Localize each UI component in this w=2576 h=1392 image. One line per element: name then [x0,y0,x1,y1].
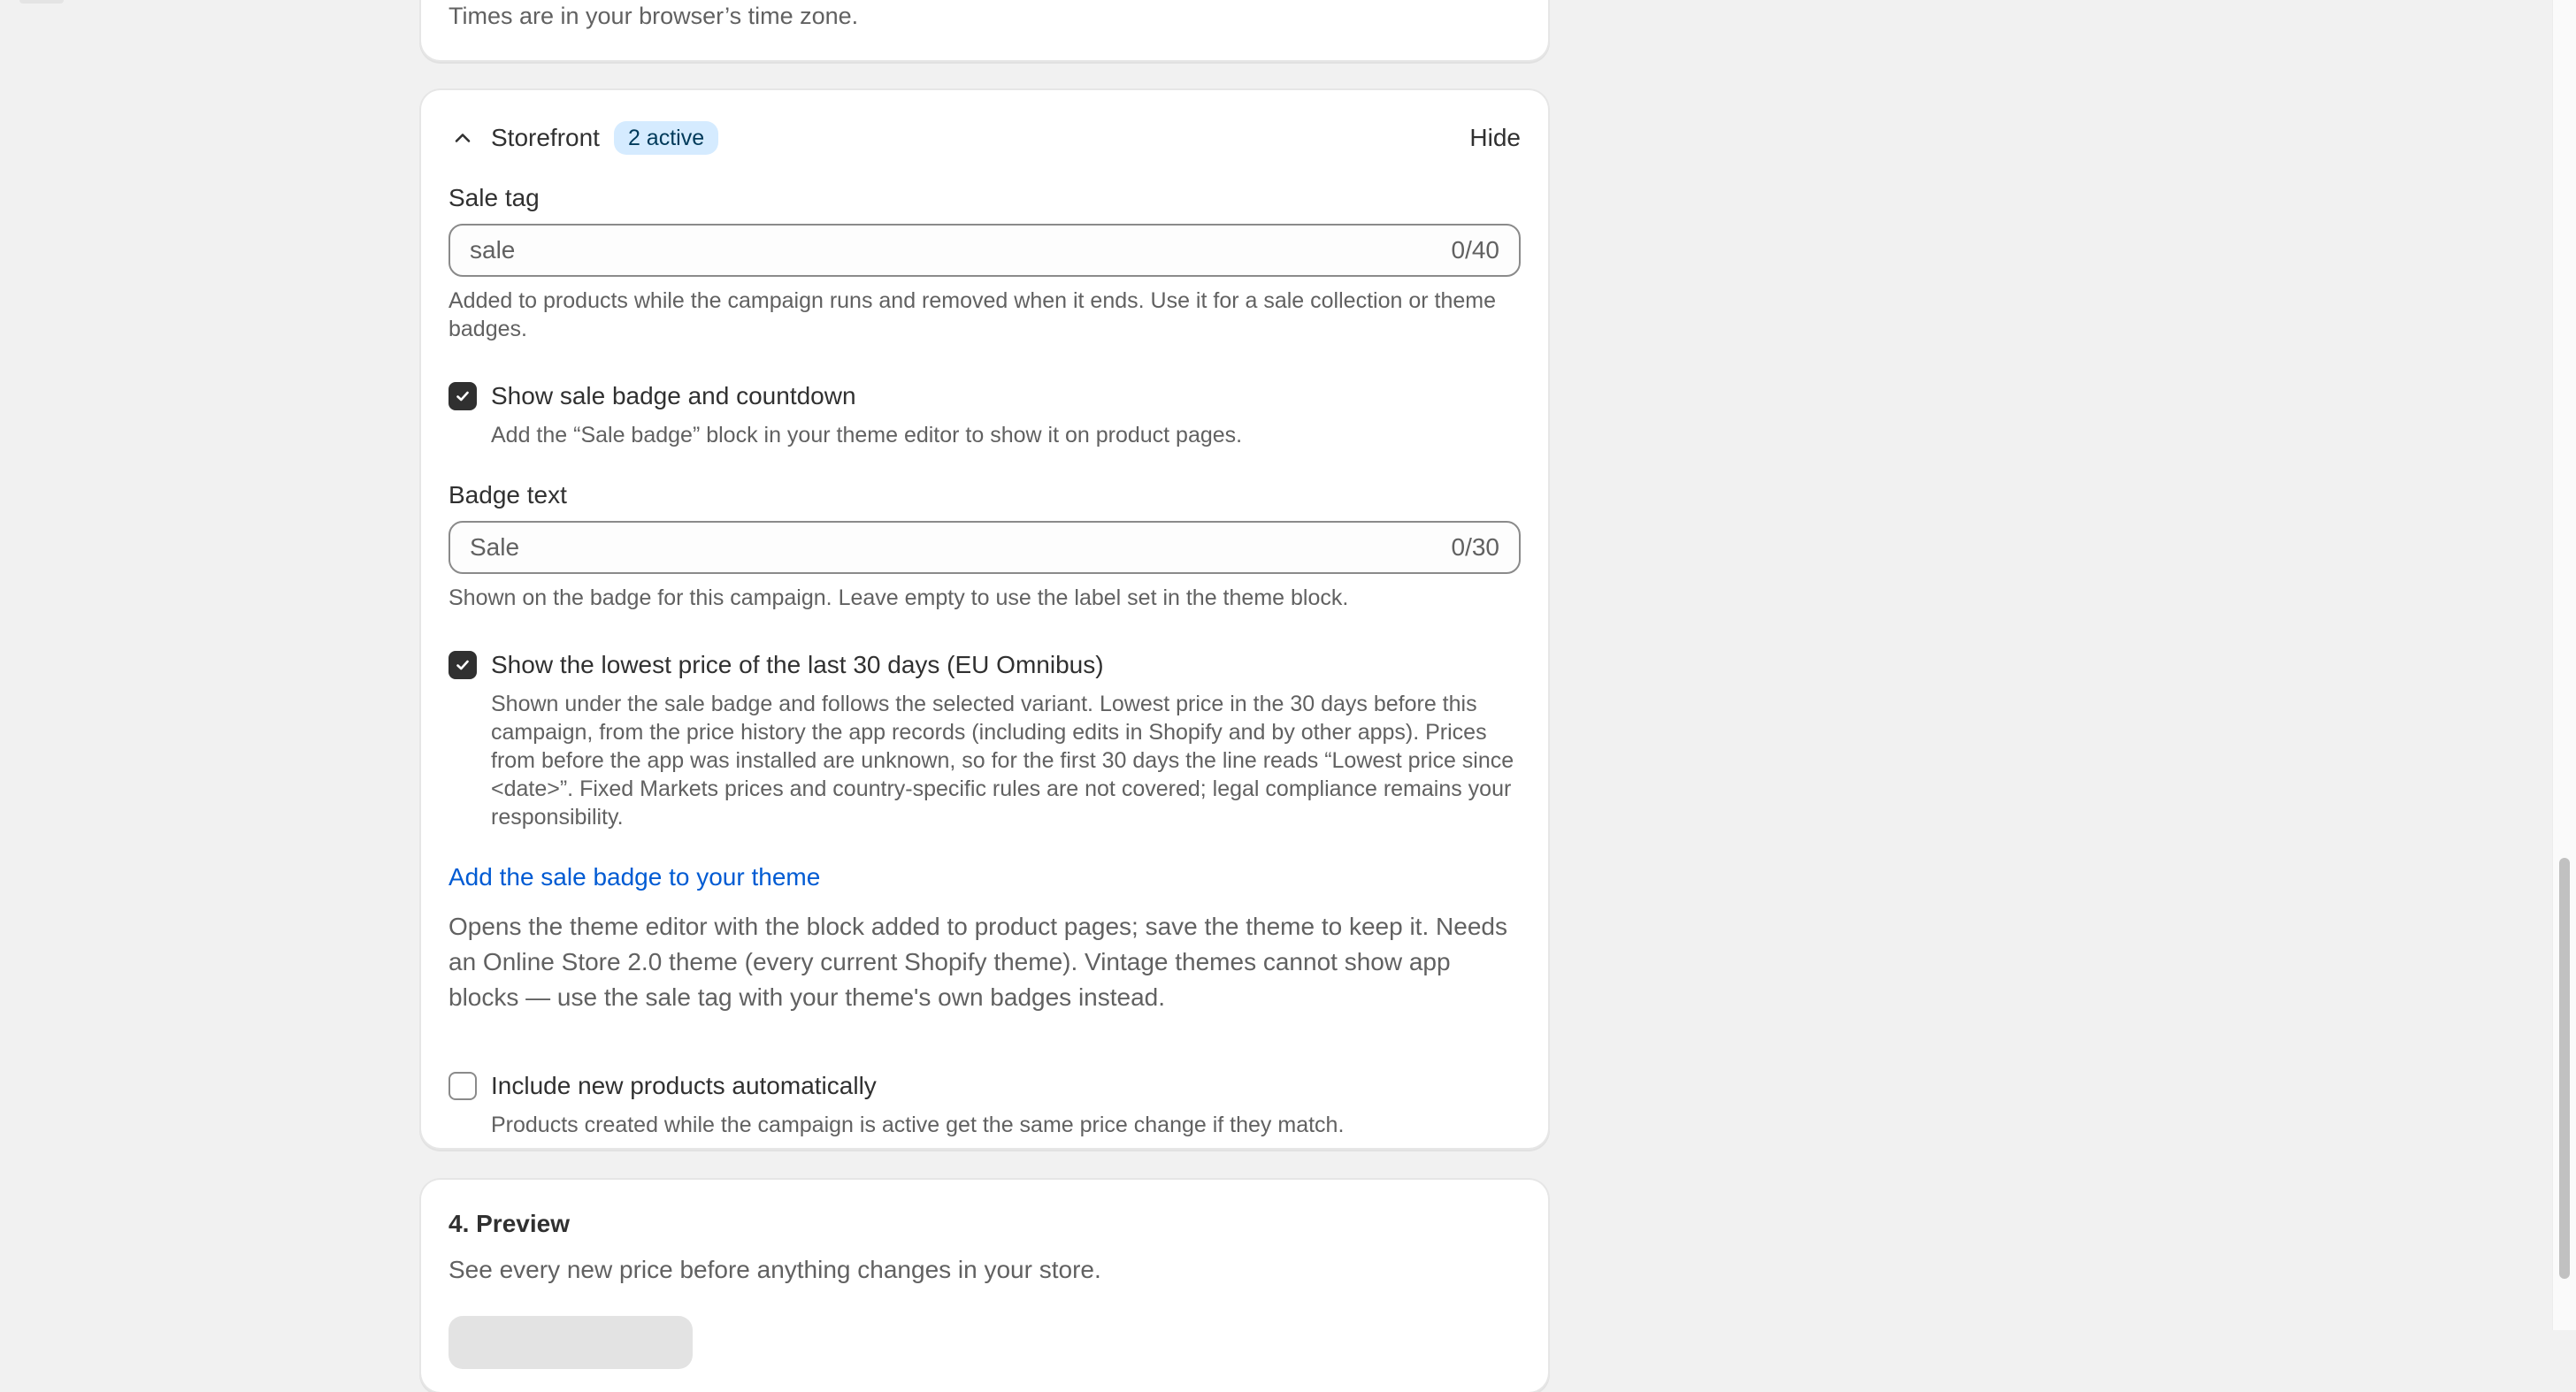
scrollbar-track[interactable] [2552,0,2576,1330]
add-sale-badge-link[interactable]: Add the sale badge to your theme [448,861,820,893]
badge-text-field[interactable]: 0/30 [448,521,1521,574]
checkmark-icon [456,391,469,402]
window-edge-decoration [19,0,64,4]
include-new-help: Products created while the campaign is a… [491,1113,1345,1137]
sale-tag-counter: 0/40 [1451,236,1500,264]
badge-text-help: Shown on the badge for this campaign. Le… [448,585,1349,610]
lowest-price-label: Show the lowest price of the last 30 day… [491,651,1104,678]
theme-editor-note: Opens the theme editor with the block ad… [448,913,1507,1011]
include-new-checkbox[interactable] [448,1072,477,1100]
sale-tag-help: Added to products while the campaign run… [448,288,1496,341]
chevron-up-icon[interactable] [445,120,480,156]
schedule-card: Times are in your browser’s time zone. [421,0,1548,60]
badge-text-input[interactable] [450,533,1452,562]
preview-card: 4. Preview See every new price before an… [421,1180,1548,1392]
lowest-price-help: Shown under the sale badge and follows t… [491,692,1514,830]
show-badge-checkbox[interactable] [448,382,477,410]
timezone-note: Times are in your browser’s time zone. [448,3,859,29]
show-badge-help: Add the “Sale badge” block in your theme… [491,423,1243,447]
storefront-card: Storefront 2 active Hide Sale tag 0/40 A… [421,90,1548,1148]
sale-tag-input[interactable] [450,236,1452,264]
sale-tag-field[interactable]: 0/40 [448,224,1521,277]
storefront-title: Storefront [491,124,600,151]
preview-title: 4. Preview [448,1210,570,1237]
show-badge-label: Show sale badge and countdown [491,382,856,409]
scrollbar-thumb[interactable] [2559,858,2570,1279]
lowest-price-checkbox[interactable] [448,651,477,679]
active-count-badge: 2 active [613,121,719,155]
hide-button[interactable]: Hide [1469,124,1521,152]
page: Times are in your browser’s time zone. S… [0,0,2576,1392]
checkmark-icon [456,660,469,670]
preview-button[interactable] [448,1316,693,1369]
badge-text-label: Badge text [448,481,567,509]
lowest-price-checkbox-row[interactable]: Show the lowest price of the last 30 day… [448,649,1104,681]
include-new-label: Include new products automatically [491,1072,877,1099]
show-badge-checkbox-row[interactable]: Show sale badge and countdown [448,380,856,412]
badge-text-counter: 0/30 [1451,533,1500,561]
sale-tag-label: Sale tag [448,184,540,211]
preview-subtitle: See every new price before anything chan… [448,1256,1101,1283]
include-new-checkbox-row[interactable]: Include new products automatically [448,1070,877,1102]
storefront-header: Storefront 2 active Hide [448,117,1521,159]
